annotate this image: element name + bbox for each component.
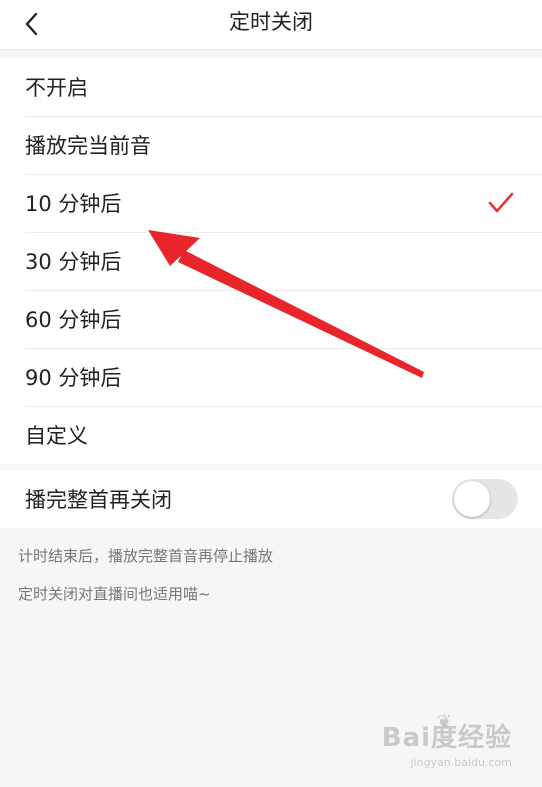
option-label: 30 分钟后 [25, 250, 122, 274]
finish-track-row: 播完整首再关闭 [0, 470, 542, 528]
option-label: 10 分钟后 [25, 192, 122, 216]
watermark: ❦ Bai度经验 jingyan.baidu.com [382, 711, 512, 769]
option-label: 自定义 [25, 424, 88, 448]
finish-track-label: 播完整首再关闭 [25, 488, 172, 512]
option-after-current[interactable]: 播放完当前音 [0, 116, 542, 174]
option-label: 播放完当前音 [25, 134, 151, 158]
timer-option-list: 不开启 播放完当前音 10 分钟后 30 分钟后 60 分钟后 90 分钟后 自… [0, 58, 542, 464]
option-90-min[interactable]: 90 分钟后 [0, 348, 542, 406]
toggle-knob [454, 481, 490, 517]
option-custom[interactable]: 自定义 [0, 406, 542, 464]
option-label: 不开启 [25, 76, 88, 100]
option-60-min[interactable]: 60 分钟后 [0, 290, 542, 348]
finish-track-toggle[interactable] [452, 479, 518, 519]
note-text: 计时结束后，播放完整首音再停止播放 [18, 547, 274, 565]
option-30-min[interactable]: 30 分钟后 [0, 232, 542, 290]
option-10-min[interactable]: 10 分钟后 [0, 174, 542, 232]
page-title: 定时关闭 [229, 10, 313, 34]
option-off[interactable]: 不开启 [0, 58, 542, 116]
note-text-live: 定时关闭对直播间也适用喵~ [18, 585, 211, 603]
option-label: 90 分钟后 [25, 366, 122, 390]
paw-icon: ❦ [436, 711, 452, 732]
timer-close-page: 定时关闭 不开启 播放完当前音 10 分钟后 30 分钟后 60 分钟后 90 … [0, 0, 542, 787]
watermark-url: jingyan.baidu.com [410, 756, 512, 769]
option-label: 60 分钟后 [25, 308, 122, 332]
nav-bar: 定时关闭 [0, 0, 542, 50]
checkmark-icon [488, 192, 514, 213]
